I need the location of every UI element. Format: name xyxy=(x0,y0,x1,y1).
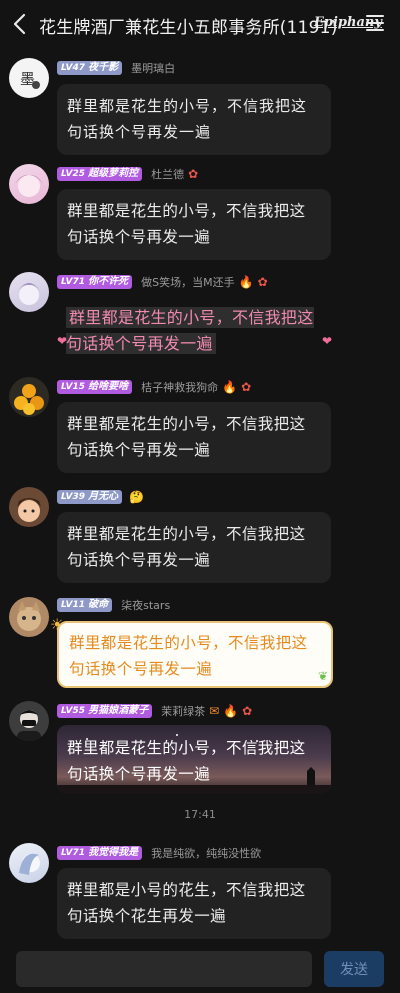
menu-icon[interactable] xyxy=(366,15,384,31)
level-badge: LV71 我觉得我是 xyxy=(57,846,143,860)
fire-icon: 🔥 xyxy=(223,704,239,718)
avatar[interactable]: 墨 xyxy=(9,58,49,98)
message-bubble[interactable]: 群里都是花生的小号，不信我把这句话换个号再发一遍 xyxy=(57,189,331,260)
sender-meta: LV55 男猫娘酒蒙子 茉莉绿茶 ✉ 🔥 ✿ xyxy=(57,703,252,719)
flower-badge-icon: ✿ xyxy=(241,380,252,394)
avatar[interactable] xyxy=(9,843,49,883)
thinking-face-icon: 🤔 xyxy=(129,490,145,504)
timestamp: 17:41 xyxy=(184,808,216,821)
message-text: 群里都是花生的小号，不信我把这句话换个号再发一遍 xyxy=(67,739,306,783)
message-bubble[interactable]: 群里都是小号的花生，不信我把这句话换个花生再发一遍 xyxy=(57,868,331,939)
avatar[interactable] xyxy=(9,377,49,417)
sender-nickname[interactable]: 柒夜stars xyxy=(121,597,170,613)
message-bubble[interactable]: 群里都是花生的小号，不信我把这句话换个号再发一遍 xyxy=(57,621,333,688)
message-bubble[interactable]: 群里都是花生的小号，不信我把这句话换个号再发一遍 xyxy=(57,84,331,155)
message-bubble[interactable]: 群里都是花生的小号，不信我把这句话换个号再发一遍 xyxy=(66,305,322,357)
message-text: 群里都是花生的小号，不信我把这句话换个号再发一遍 xyxy=(66,307,314,354)
level-badge: LV15 给啥要啥 xyxy=(57,380,133,394)
sender-nickname[interactable]: 茉莉绿茶 xyxy=(161,703,205,719)
avatar[interactable] xyxy=(9,272,49,312)
sender-nickname[interactable]: 杜兰德 xyxy=(151,166,184,182)
heart-icon: ❤ xyxy=(322,334,333,348)
avatar[interactable] xyxy=(9,164,49,204)
back-arrow-icon[interactable] xyxy=(10,12,30,36)
send-button[interactable]: 发送 xyxy=(324,951,384,987)
level-badge: LV39 月无心 xyxy=(57,490,123,504)
sender-nickname[interactable]: 墨明璃白 xyxy=(131,60,175,76)
fire-icon: 🔥 xyxy=(238,275,254,289)
sender-meta: LV39 月无心 🤔 xyxy=(57,489,144,505)
level-badge: LV71 你不许死 xyxy=(57,275,133,289)
sender-meta: LV71 我觉得我是 我是纯欲，纯纯没性欲 xyxy=(57,845,261,861)
message-bubble[interactable]: 群里都是花生的小号，不信我把这句话换个号再发一遍 xyxy=(57,725,331,794)
sender-meta: LV11 破命 柒夜stars xyxy=(57,597,170,613)
message-input[interactable] xyxy=(16,951,312,987)
sender-nickname[interactable]: 桔子神救我狗命 xyxy=(141,379,218,395)
sender-nickname[interactable]: 做S笑场，当M还手 xyxy=(141,274,234,290)
flower-badge-icon: ✿ xyxy=(188,167,199,181)
leaf-decoration-icon: ❦ xyxy=(318,669,329,683)
sender-meta: LV25 超级萝莉控 杜兰德 ✿ xyxy=(57,166,198,182)
avatar[interactable] xyxy=(9,597,49,637)
message-bubble[interactable]: 群里都是花生的小号，不信我把这句话换个号再发一遍 xyxy=(57,402,331,473)
avatar[interactable] xyxy=(9,487,49,527)
chat-title: 花生牌酒厂兼花生小五郎事务所(1191) xyxy=(39,18,338,38)
sender-nickname[interactable]: 我是纯欲，纯纯没性欲 xyxy=(151,845,261,861)
chat-header: 花生牌酒厂兼花生小五郎事务所(1191) Epiphany xyxy=(0,0,400,48)
level-badge: LV25 超级萝莉控 xyxy=(57,167,143,181)
sender-meta: LV15 给啥要啥 桔子神救我狗命 🔥 ✿ xyxy=(57,379,251,395)
fire-icon: 🔥 xyxy=(222,380,238,394)
sender-meta: LV71 你不许死 做S笑场，当M还手 🔥 ✿ xyxy=(57,274,268,290)
flower-badge-icon: ✿ xyxy=(242,704,253,718)
flower-badge-icon: ✿ xyxy=(257,275,268,289)
level-badge: LV47 夜千影 xyxy=(57,61,123,75)
input-bar: 发送 xyxy=(0,943,400,993)
avatar[interactable] xyxy=(9,701,49,741)
gift-badge-icon: ✉ xyxy=(209,704,220,718)
level-badge: LV11 破命 xyxy=(57,598,113,612)
sender-meta: LV47 夜千影 墨明璃白 xyxy=(57,60,175,76)
level-badge: LV55 男猫娘酒蒙子 xyxy=(57,704,153,718)
message-bubble[interactable]: 群里都是花生的小号，不信我把这句话换个号再发一遍 xyxy=(57,512,331,583)
